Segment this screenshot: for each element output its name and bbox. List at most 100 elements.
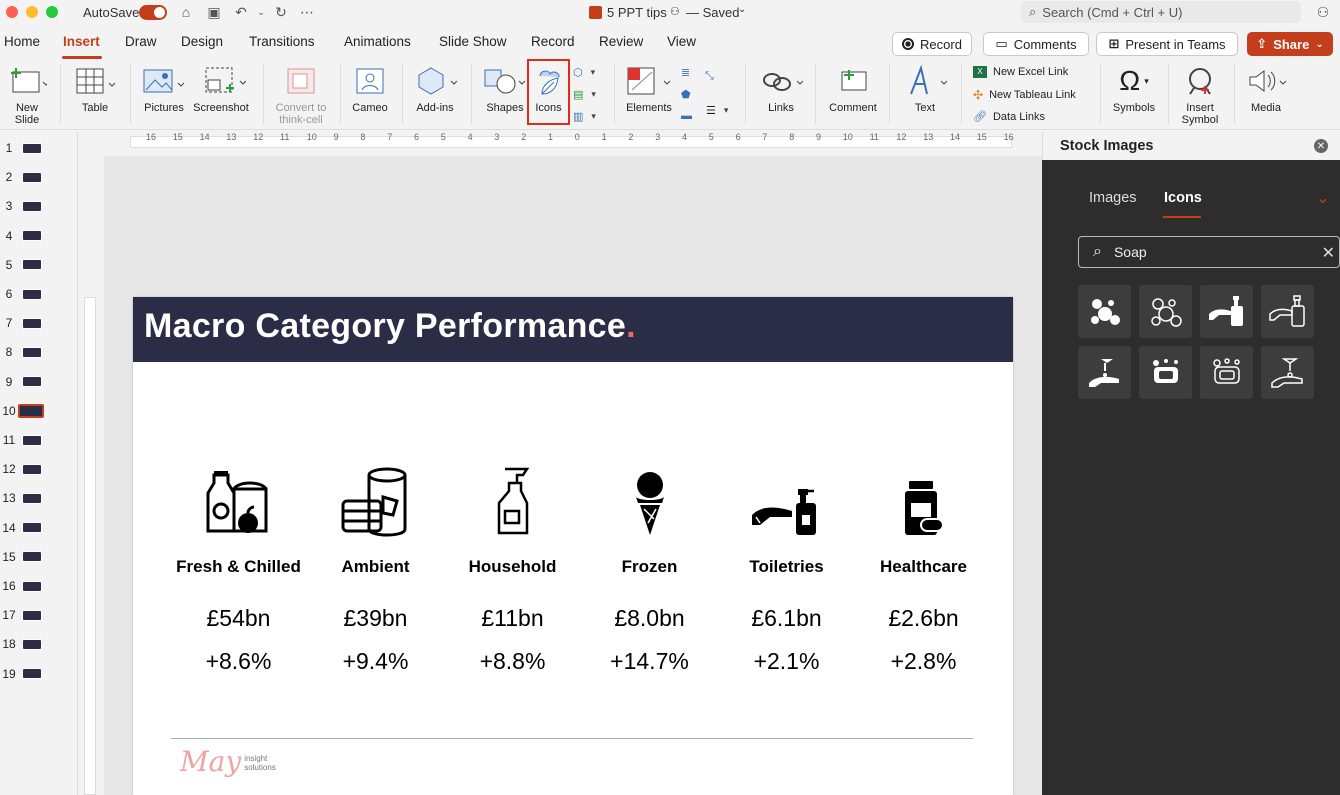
new-tableau-link-button[interactable]: ✣ New Tableau Link <box>973 88 1076 102</box>
slide-thumbnail-6[interactable]: 6 <box>0 282 78 306</box>
soap-bar-outline-icon[interactable] <box>1200 346 1253 399</box>
category-toiletries[interactable]: Toiletries £6.1bn +2.1% <box>718 457 855 675</box>
save-icon[interactable]: ▣ <box>205 3 223 21</box>
insert-symbol-button[interactable]: Insert Symbol <box>1175 60 1225 128</box>
cameo-button[interactable]: Cameo <box>348 60 392 128</box>
undo-icon[interactable]: ↶ <box>232 3 250 21</box>
ribbon-divider <box>471 64 472 124</box>
tab-review[interactable]: Review <box>599 34 643 49</box>
new-slide-button[interactable]: New Slide <box>4 60 50 128</box>
smartart-button[interactable]: ▤ ▾ <box>573 88 596 101</box>
media-button[interactable]: Media <box>1242 60 1290 128</box>
elements-button[interactable]: Elements <box>622 60 676 128</box>
slide-thumbnail-16[interactable]: 16 <box>0 574 78 598</box>
slide-thumbnail-5[interactable]: 5 <box>0 253 78 277</box>
convert-think-cell-button[interactable]: Convert to think-cell <box>270 60 332 128</box>
tab-slide-show[interactable]: Slide Show <box>439 34 507 49</box>
slide-thumbnail-9[interactable]: 9 <box>0 370 78 394</box>
icon-search-input[interactable]: ⌕ Soap ✕ <box>1078 236 1340 268</box>
slide-thumbnail-15[interactable]: 15 <box>0 545 78 569</box>
tab-images[interactable]: Images <box>1089 190 1137 206</box>
autosave-toggle[interactable] <box>139 5 167 20</box>
redo-icon[interactable]: ↻ <box>272 3 290 21</box>
tab-draw[interactable]: Draw <box>125 34 157 49</box>
soap-bubbles-outline-icon[interactable] <box>1139 285 1192 338</box>
slide-thumbnail-10[interactable]: 10 <box>0 399 78 423</box>
tab-animations[interactable]: Animations <box>344 34 411 49</box>
undo-dropdown-icon[interactable]: ⌄ <box>252 3 270 21</box>
tab-icons[interactable]: Icons <box>1164 190 1202 206</box>
record-button[interactable]: Record <box>892 32 972 56</box>
arrow-shape-button[interactable]: ⬟ <box>681 88 691 101</box>
close-icon[interactable]: ✕ <box>1314 139 1328 153</box>
ruler-number: 6 <box>414 132 420 142</box>
rectangle-shape-button[interactable]: ▬ <box>681 110 692 122</box>
category-healthcare[interactable]: Healthcare £2.6bn +2.8% <box>855 457 992 675</box>
tab-record[interactable]: Record <box>531 34 575 49</box>
links-button[interactable]: Links <box>756 60 806 128</box>
slide-thumbnail-17[interactable]: 17 <box>0 603 78 627</box>
tab-insert[interactable]: Insert <box>63 34 100 49</box>
present-in-teams-button[interactable]: ⊞ Present in Teams <box>1096 32 1238 56</box>
tab-transitions[interactable]: Transitions <box>249 34 315 49</box>
ruler-number: 4 <box>467 132 473 142</box>
connector-button[interactable]: ⤡ <box>705 70 714 83</box>
category-frozen[interactable]: Frozen £8.0bn +14.7% <box>581 457 718 675</box>
chevron-down-icon[interactable]: ⌄ <box>1316 188 1329 208</box>
soap-dispenser-hand-icon[interactable] <box>1200 285 1253 338</box>
slide-thumbnail-3[interactable]: 3 <box>0 194 78 218</box>
slide-thumbnail-13[interactable]: 13 <box>0 486 78 510</box>
new-excel-link-button[interactable]: X New Excel Link <box>973 66 1068 78</box>
washing-hands-outline-icon[interactable] <box>1261 346 1314 399</box>
close-window-button[interactable] <box>6 6 18 18</box>
comment-button[interactable]: Comment <box>826 60 880 128</box>
slide-thumbnail-11[interactable]: 11 <box>0 428 78 452</box>
category-ambient[interactable]: Ambient £39bn +9.4% <box>307 457 444 675</box>
slide-thumbnail-7[interactable]: 7 <box>0 311 78 335</box>
symbols-button[interactable]: Ω ▾ Symbols <box>1108 60 1160 128</box>
soap-bar-icon[interactable] <box>1139 346 1192 399</box>
text-button[interactable]: Text <box>900 60 950 128</box>
washing-hands-icon[interactable] <box>1078 346 1131 399</box>
clear-search-icon[interactable]: ✕ <box>1322 243 1335 263</box>
zoom-window-button[interactable] <box>46 6 58 18</box>
slide-thumbnail-14[interactable]: 14 <box>0 516 78 540</box>
chevron-down-icon[interactable]: ⌄ <box>738 4 746 15</box>
category-fresh-chilled[interactable]: Fresh & Chilled £54bn +8.6% <box>170 457 307 675</box>
category-household[interactable]: Household £11bn +8.8% <box>444 457 581 675</box>
slide[interactable]: Macro Category Performance. Fresh & Chil… <box>133 297 1013 795</box>
shapes-button[interactable]: Shapes <box>481 60 529 128</box>
pictures-button[interactable]: Pictures <box>140 60 188 128</box>
slide-thumbnail-8[interactable]: 8 <box>0 340 78 364</box>
saved-status[interactable]: — Saved <box>686 5 739 20</box>
home-icon[interactable]: ⌂ <box>177 3 195 21</box>
slide-thumbnail-12[interactable]: 12 <box>0 457 78 481</box>
tab-view[interactable]: View <box>667 34 696 49</box>
comments-button[interactable]: ▭ Comments <box>983 32 1089 56</box>
more-options-icon[interactable]: ⋯ <box>298 3 316 21</box>
align-button[interactable]: ☰ ▾ <box>706 104 728 117</box>
screenshot-button[interactable]: Screenshot <box>190 60 252 128</box>
tab-design[interactable]: Design <box>181 34 223 49</box>
ribbon-divider <box>1234 64 1235 124</box>
textbox-small-button[interactable]: ≣ <box>681 66 690 79</box>
soap-dispenser-hand-outline-icon[interactable] <box>1261 285 1314 338</box>
slide-thumbnail-4[interactable]: 4 <box>0 224 78 248</box>
search-box[interactable]: ⌕ Search (Cmd + Ctrl + U) <box>1021 1 1301 23</box>
data-links-button[interactable]: 🔗︎ Data Links <box>973 110 1045 124</box>
slide-thumbnail-2[interactable]: 2 <box>0 165 78 189</box>
slide-thumbnail-1[interactable]: 1 <box>0 136 78 160</box>
share-button[interactable]: ⇪ Share ⌄ <box>1247 32 1333 56</box>
slide-thumbnail-19[interactable]: 19 <box>0 662 78 686</box>
chart-button[interactable]: ▥ ▾ <box>573 110 596 123</box>
slide-thumbnail-18[interactable]: 18 <box>0 632 78 656</box>
soap-bubbles-icon[interactable] <box>1078 285 1131 338</box>
3d-models-button[interactable]: ⬡ ▾ <box>573 66 595 79</box>
account-icon[interactable]: ⚇ <box>1314 3 1332 21</box>
addins-button[interactable]: Add-ins <box>410 60 460 128</box>
table-button[interactable]: Table <box>72 60 118 128</box>
ruler-number: 10 <box>306 132 317 142</box>
slide-title[interactable]: Macro Category Performance. <box>144 307 636 346</box>
tab-home[interactable]: Home <box>4 34 40 49</box>
minimize-window-button[interactable] <box>26 6 38 18</box>
